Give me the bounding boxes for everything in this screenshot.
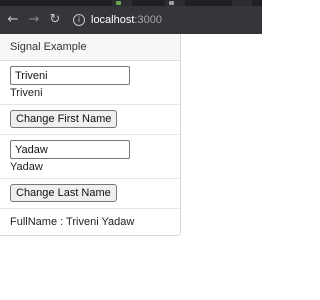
change-first-name-button[interactable]: Change First Name	[10, 110, 118, 128]
address-bar[interactable]: localhost:3000	[91, 13, 162, 27]
card-title: Signal Example	[0, 34, 180, 61]
change-first-name-section: Change First Name	[0, 105, 180, 135]
last-name-input[interactable]	[10, 140, 130, 159]
first-name-input[interactable]	[10, 66, 130, 85]
fullname-section: FullName : Triveni Yadaw	[0, 209, 180, 234]
tab-favicon-icon	[116, 1, 121, 5]
fullname-text: FullName : Triveni Yadaw	[10, 216, 135, 228]
url-port: :3000	[134, 14, 162, 26]
reload-icon[interactable]: ↻	[48, 12, 62, 28]
signal-example-card: Signal Example Triveni Change First Name…	[0, 34, 181, 236]
change-last-name-section: Change Last Name	[0, 179, 180, 209]
browser-toolbar: ← → ↻ i localhost:3000	[0, 6, 262, 34]
change-last-name-button[interactable]: Change Last Name	[10, 184, 117, 202]
last-name-display: Yadaw	[10, 161, 43, 173]
tab-favicon-icon	[169, 1, 174, 5]
last-name-section: Yadaw	[0, 135, 180, 179]
site-info-icon[interactable]: i	[73, 14, 85, 26]
back-arrow-icon[interactable]: ←	[6, 12, 20, 28]
forward-arrow-icon[interactable]: →	[27, 12, 41, 28]
url-host: localhost	[91, 14, 135, 26]
first-name-display: Triveni	[10, 87, 43, 99]
first-name-section: Triveni	[0, 61, 180, 105]
